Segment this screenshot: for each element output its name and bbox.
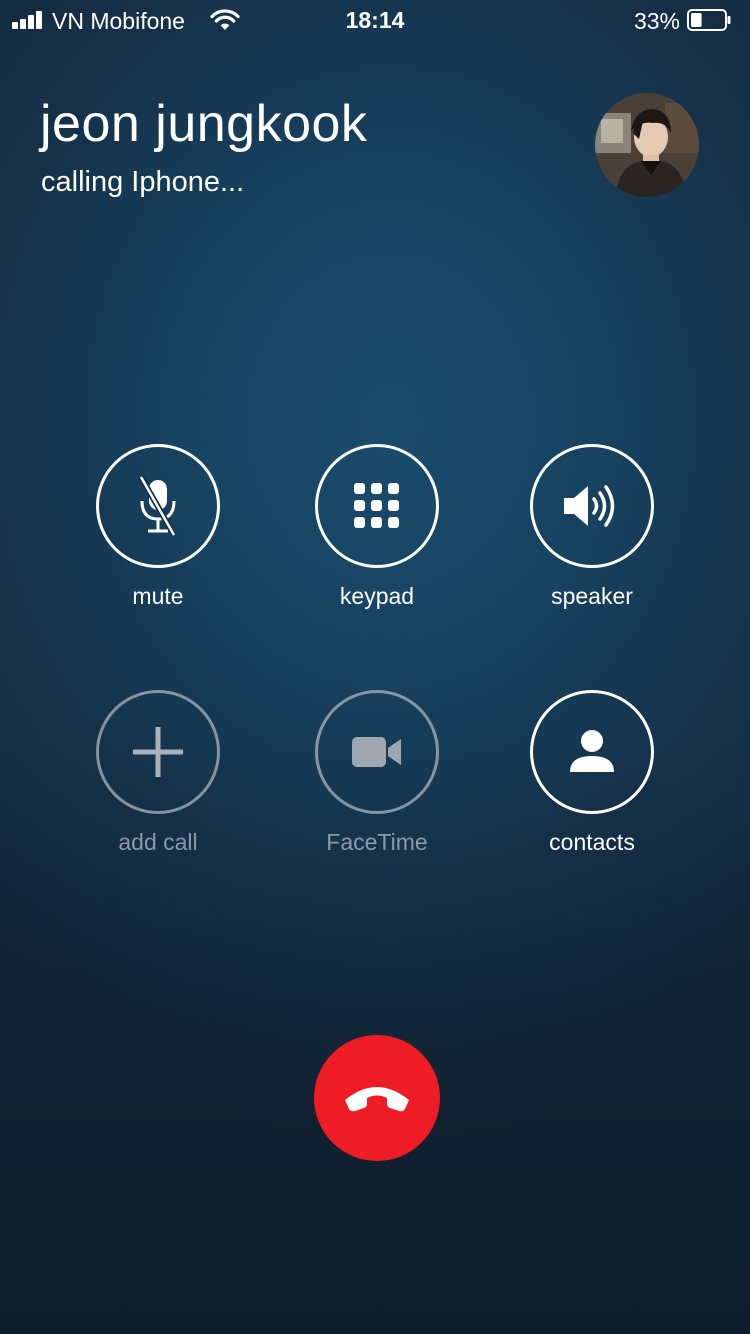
speaker-label: speaker — [551, 583, 633, 609]
mute-button-ring[interactable] — [96, 444, 220, 568]
avatar-photo — [595, 93, 699, 197]
speaker-button-ring[interactable] — [530, 444, 654, 568]
speaker-button[interactable]: speaker — [504, 444, 684, 614]
facetime-button[interactable]: FaceTime — [289, 690, 469, 860]
person-icon — [570, 730, 614, 772]
add-call-label: add call — [118, 829, 198, 855]
keypad-button[interactable]: keypad — [289, 444, 469, 614]
contacts-label: contacts — [549, 829, 635, 855]
plus-icon — [133, 727, 183, 777]
keypad-button-ring[interactable] — [315, 444, 439, 568]
facetime-label: FaceTime — [326, 829, 428, 855]
keypad-label: keypad — [339, 583, 415, 609]
mute-label: mute — [132, 583, 184, 609]
contacts-button-ring[interactable] — [530, 690, 654, 814]
contacts-button[interactable]: contacts — [504, 690, 684, 860]
caller-avatar — [595, 93, 699, 197]
caller-name: jeon jungkook — [40, 95, 368, 153]
mute-button[interactable]: mute — [70, 444, 250, 614]
battery-icon — [687, 9, 731, 31]
hang-up-icon — [345, 1087, 409, 1112]
end-call-button[interactable] — [314, 1035, 440, 1161]
facetime-button-ring[interactable] — [315, 690, 439, 814]
call-status: calling Iphone... — [41, 166, 245, 198]
add-call-button[interactable]: add call — [70, 690, 250, 860]
keypad-grid-icon — [354, 483, 399, 528]
microphone-slash-icon — [138, 475, 177, 537]
speaker-icon — [564, 485, 615, 527]
status-bar: VN Mobifone 18:14 33% — [0, 0, 750, 40]
battery-percentage: 33% — [633, 8, 680, 34]
add-call-button-ring[interactable] — [96, 690, 220, 814]
video-camera-icon — [352, 737, 401, 767]
